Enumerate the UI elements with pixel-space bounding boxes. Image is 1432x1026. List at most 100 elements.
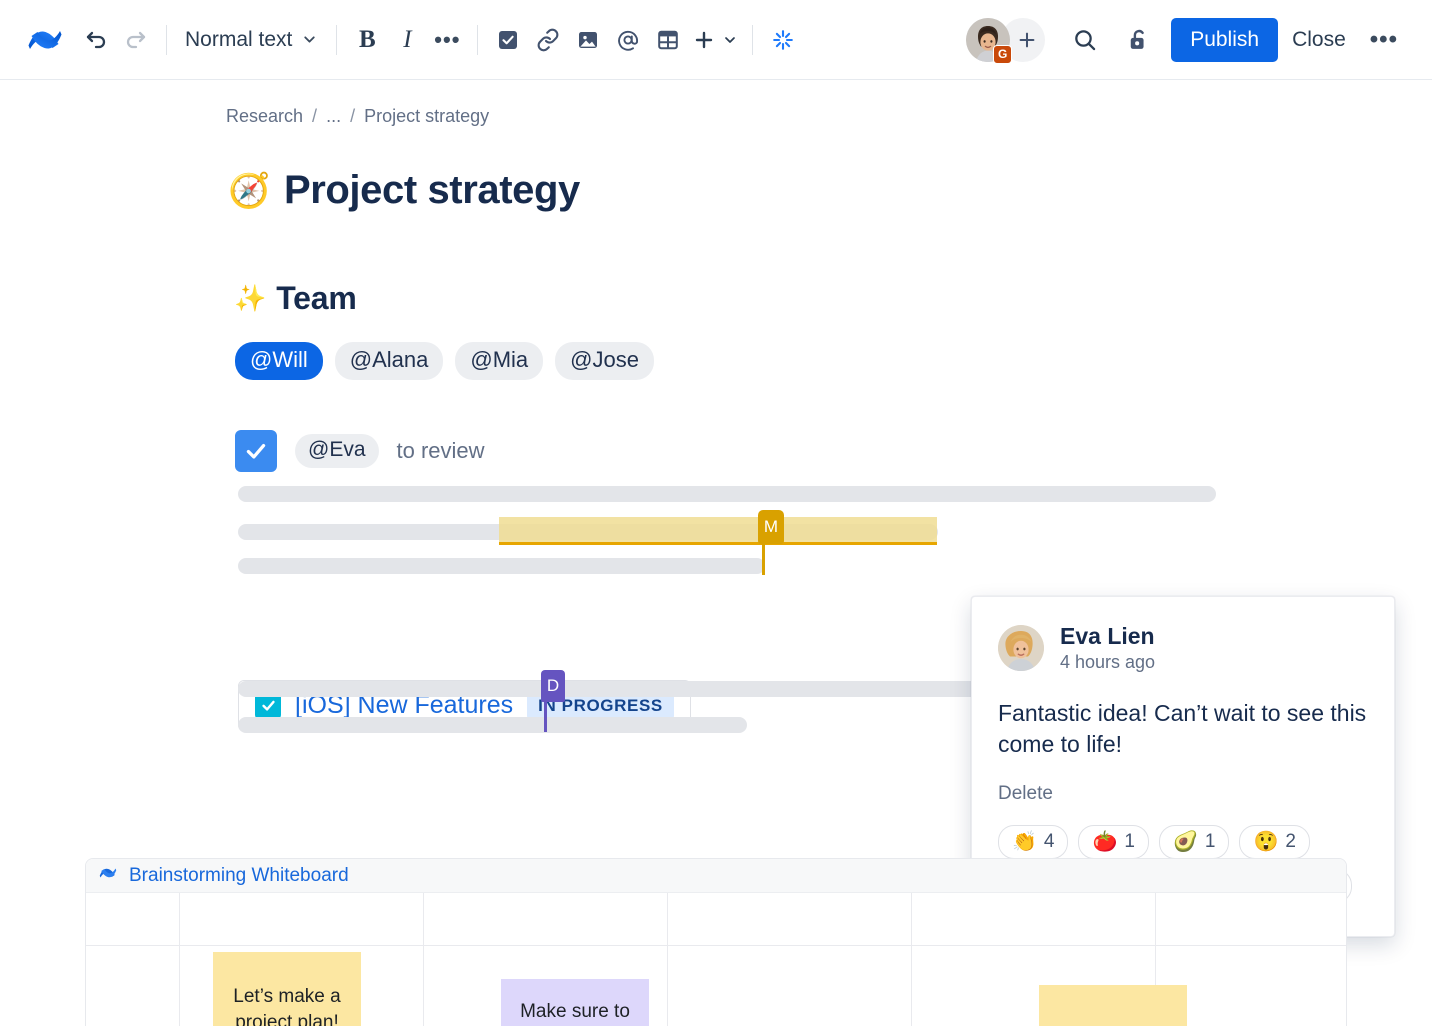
comment-author-name: Eva Lien bbox=[1060, 623, 1155, 649]
action-item-button[interactable] bbox=[488, 20, 528, 60]
avatar[interactable]: G bbox=[966, 17, 1013, 64]
more-options-button[interactable]: ••• bbox=[1360, 20, 1408, 60]
toolbar-divider bbox=[477, 24, 479, 55]
insert-menu-button[interactable] bbox=[688, 20, 742, 60]
undo-icon bbox=[86, 31, 106, 48]
confluence-logo-icon[interactable] bbox=[22, 17, 68, 63]
ai-button[interactable] bbox=[763, 20, 803, 60]
toolbar-divider bbox=[752, 24, 754, 55]
reaction-count: 4 bbox=[1043, 830, 1055, 852]
table-button[interactable] bbox=[648, 20, 688, 60]
breadcrumb: Research / ... / Project strategy bbox=[226, 106, 489, 127]
mention-button[interactable] bbox=[608, 20, 648, 60]
mention-pill-mia[interactable]: @Mia bbox=[455, 342, 544, 380]
team-mentions: @Will @Alana @Mia @Jose bbox=[235, 342, 654, 380]
action-item-checkbox[interactable] bbox=[235, 430, 277, 472]
placeholder-line bbox=[238, 558, 765, 574]
clap-emoji-icon: 👏 bbox=[1012, 831, 1037, 854]
avatar-badge: G bbox=[993, 44, 1013, 64]
breadcrumb-item-ellipsis[interactable]: ... bbox=[326, 106, 341, 127]
table-icon bbox=[658, 30, 679, 49]
redo-icon bbox=[126, 31, 146, 48]
restrictions-button[interactable] bbox=[1119, 20, 1159, 60]
image-icon bbox=[579, 31, 598, 48]
chevron-down-icon bbox=[304, 36, 316, 43]
reaction-chip[interactable]: 🥑 1 bbox=[1158, 825, 1230, 860]
image-button[interactable] bbox=[568, 20, 608, 60]
compass-emoji-icon[interactable]: 🧭 bbox=[228, 174, 270, 208]
sticky-note[interactable]: Let’s make a project plan! bbox=[213, 952, 361, 1026]
reaction-chip[interactable]: 😲 2 bbox=[1239, 825, 1310, 860]
link-icon bbox=[537, 28, 559, 51]
text-style-dropdown[interactable]: Normal text bbox=[177, 22, 326, 58]
breadcrumb-item-current[interactable]: Project strategy bbox=[364, 106, 489, 127]
redo-button[interactable] bbox=[116, 20, 156, 60]
whiteboard-embed[interactable]: Brainstorming Whiteboard Let’s make a pr… bbox=[85, 858, 1347, 1026]
astonished-emoji-icon: 😲 bbox=[1253, 831, 1279, 854]
comment-author-avatar bbox=[998, 625, 1044, 672]
plus-icon bbox=[696, 31, 713, 48]
italic-button[interactable]: I bbox=[387, 20, 427, 60]
placeholder-line bbox=[238, 717, 747, 733]
ellipsis-icon: ••• bbox=[434, 26, 461, 52]
more-formatting-button[interactable]: ••• bbox=[427, 20, 467, 60]
sticky-note[interactable]: Invite the team to a group call bbox=[1039, 985, 1187, 1026]
comment-timestamp: 4 hours ago bbox=[1060, 652, 1156, 673]
tomato-emoji-icon: 🍅 bbox=[1092, 831, 1118, 854]
link-button[interactable] bbox=[528, 20, 568, 60]
placeholder-line bbox=[238, 486, 1216, 502]
editor-toolbar: Normal text B I ••• G Publish Close ••• bbox=[0, 0, 1432, 80]
check-icon bbox=[261, 700, 275, 711]
confluence-whiteboard-icon bbox=[98, 863, 118, 888]
at-mention-icon bbox=[618, 30, 639, 51]
mention-pill-jose[interactable]: @Jose bbox=[555, 342, 654, 380]
action-item-row: @Eva to review bbox=[235, 430, 485, 472]
close-button[interactable]: Close bbox=[1278, 18, 1360, 62]
text-style-label: Normal text bbox=[185, 27, 293, 51]
whiteboard-header: Brainstorming Whiteboard bbox=[86, 859, 1346, 893]
action-item-text: to review bbox=[396, 438, 485, 463]
sticky-note[interactable]: Make sure to share with sales before the… bbox=[501, 979, 649, 1026]
breadcrumb-separator: / bbox=[350, 106, 356, 126]
reaction-chip[interactable]: 🍅 1 bbox=[1078, 825, 1149, 860]
toolbar-divider bbox=[166, 24, 167, 55]
comment-header: Eva Lien 4 hours ago bbox=[998, 623, 1368, 673]
page-title-text[interactable]: Project strategy bbox=[284, 168, 580, 213]
collab-cursor-flag-m: M bbox=[758, 510, 784, 544]
whiteboard-title[interactable]: Brainstorming Whiteboard bbox=[129, 865, 349, 887]
checkbox-icon bbox=[499, 30, 518, 49]
whiteboard-canvas[interactable]: Let’s make a project plan! Make sure to … bbox=[86, 893, 1346, 1026]
reaction-count: 2 bbox=[1285, 830, 1296, 852]
breadcrumb-item-research[interactable]: Research bbox=[226, 106, 303, 127]
collab-cursor-flag-d: D bbox=[541, 670, 565, 702]
mention-pill-alana[interactable]: @Alana bbox=[334, 342, 444, 380]
avocado-emoji-icon: 🥑 bbox=[1172, 831, 1198, 854]
ellipsis-icon: ••• bbox=[1369, 25, 1398, 53]
comment-body: Fantastic idea! Can’t wait to see this c… bbox=[998, 700, 1367, 757]
chevron-down-icon bbox=[725, 36, 736, 43]
confluence-editor-window: Normal text B I ••• G Publish Close ••• … bbox=[0, 0, 1432, 1026]
section-heading-label: Team bbox=[276, 280, 357, 316]
comment-delete-button[interactable]: Delete bbox=[998, 783, 1368, 805]
reaction-count: 1 bbox=[1204, 830, 1216, 852]
publish-button[interactable]: Publish bbox=[1171, 17, 1279, 62]
toolbar-divider bbox=[336, 24, 338, 55]
collab-selection-highlight bbox=[499, 517, 937, 543]
undo-button[interactable] bbox=[76, 20, 116, 60]
reaction-count: 1 bbox=[1124, 830, 1135, 852]
page-content: Research / ... / Project strategy 🧭 Proj… bbox=[0, 80, 1432, 1026]
breadcrumb-separator: / bbox=[312, 106, 318, 126]
ai-sparkle-icon bbox=[773, 29, 794, 50]
collaborators: G bbox=[966, 17, 1046, 64]
italic-icon: I bbox=[403, 25, 412, 53]
search-button[interactable] bbox=[1065, 20, 1105, 60]
bold-icon: B bbox=[359, 25, 376, 53]
bold-button[interactable]: B bbox=[347, 20, 387, 60]
page-title: 🧭 Project strategy bbox=[228, 168, 580, 213]
mention-pill-will[interactable]: @Will bbox=[235, 342, 323, 380]
mention-pill-eva[interactable]: @Eva bbox=[295, 434, 379, 468]
unlocked-padlock-icon bbox=[1130, 29, 1144, 49]
collab-selection-underline bbox=[499, 542, 937, 545]
reaction-chip[interactable]: 👏 4 bbox=[998, 825, 1069, 860]
search-icon bbox=[1075, 29, 1096, 50]
